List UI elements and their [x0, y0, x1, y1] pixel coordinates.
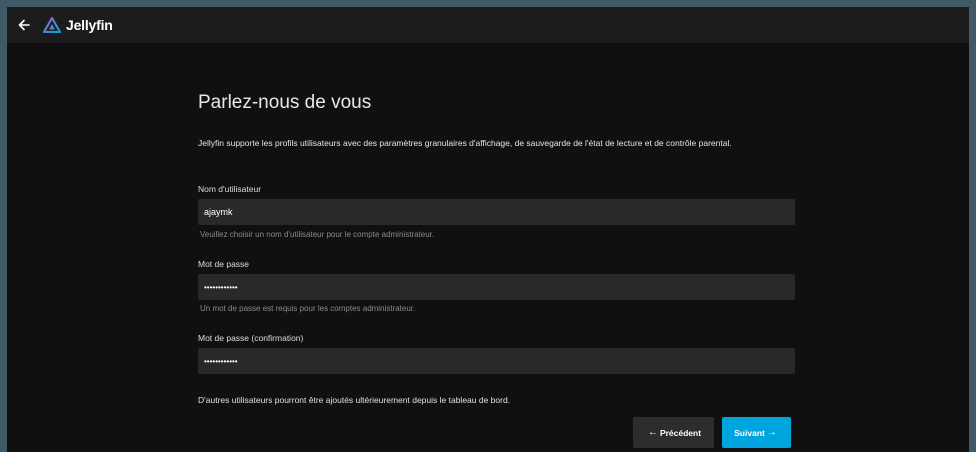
logo[interactable]: Jellyfin — [43, 17, 113, 33]
password-confirm-label: Mot de passe (confirmation) — [198, 333, 304, 343]
app-window: Jellyfin Parlez-nous de vous Jellyfin su… — [7, 7, 969, 452]
previous-button[interactable]: ← Précédent — [633, 417, 714, 448]
username-hint: Veuillez choisir un nom d'utilisateur po… — [200, 230, 435, 239]
arrow-right-icon: → — [766, 427, 777, 438]
next-button[interactable]: Suivant → — [722, 417, 791, 448]
info-note: D'autres utilisateurs pourront être ajou… — [198, 395, 511, 405]
next-label: Suivant — [734, 427, 765, 438]
app-name: Jellyfin — [66, 17, 113, 33]
password-label: Mot de passe — [198, 259, 250, 269]
jellyfin-logo-icon — [43, 17, 61, 33]
username-input[interactable] — [198, 199, 795, 225]
password-hint: Un mot de passe est requis pour les comp… — [200, 304, 416, 313]
arrow-left-icon — [18, 19, 30, 31]
arrow-left-icon: ← — [647, 427, 658, 438]
username-label: Nom d'utilisateur — [198, 184, 262, 194]
previous-label: Précédent — [659, 427, 702, 438]
header-bar: Jellyfin — [7, 7, 969, 43]
page-description: Jellyfin supporte les profils utilisateu… — [198, 138, 732, 148]
page-title: Parlez-nous de vous — [198, 92, 372, 113]
password-confirm-input[interactable] — [198, 348, 795, 374]
back-button[interactable] — [11, 12, 37, 38]
password-input[interactable] — [198, 274, 795, 300]
